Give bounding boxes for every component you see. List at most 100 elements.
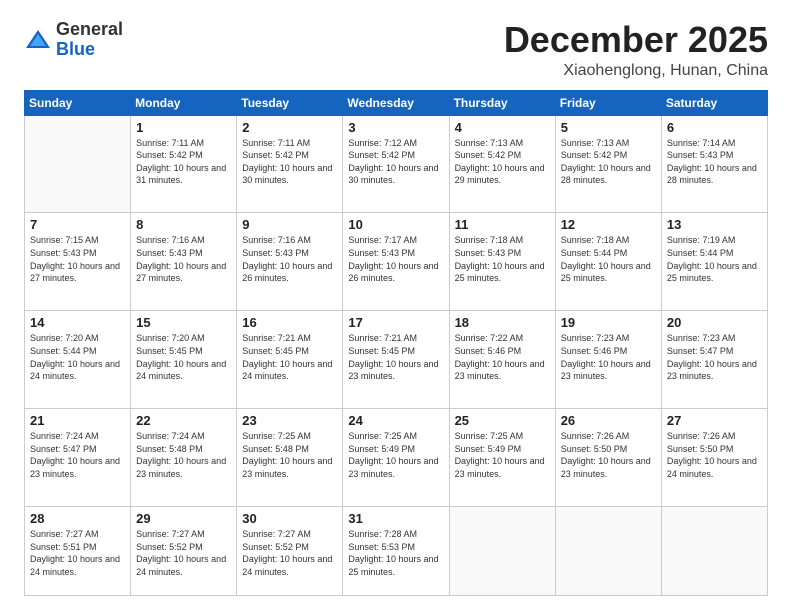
- month-title: December 2025: [504, 20, 768, 60]
- calendar-cell: 12 Sunrise: 7:18 AM Sunset: 5:44 PM Dayli…: [555, 213, 661, 311]
- day-number: 10: [348, 217, 443, 232]
- calendar-cell: 7 Sunrise: 7:15 AM Sunset: 5:43 PM Daylig…: [25, 213, 131, 311]
- day-number: 27: [667, 413, 762, 428]
- day-info: Sunrise: 7:15 AM Sunset: 5:43 PM Dayligh…: [30, 234, 125, 284]
- calendar-cell: 20Sunrise: 7:23 AM Sunset: 5:47 PM Dayli…: [661, 311, 767, 409]
- day-info: Sunrise: 7:13 AM Sunset: 5:42 PM Dayligh…: [455, 137, 550, 187]
- day-number: 1: [136, 120, 231, 135]
- day-number: 17: [348, 315, 443, 330]
- day-info: Sunrise: 7:26 AM Sunset: 5:50 PM Dayligh…: [667, 430, 762, 480]
- logo-icon: [24, 26, 52, 54]
- calendar-cell: 6 Sunrise: 7:14 AM Sunset: 5:43 PM Daylig…: [661, 115, 767, 213]
- calendar-cell: 28 Sunrise: 7:27 AM Sunset: 5:51 PM Dayli…: [25, 507, 131, 596]
- day-info: Sunrise: 7:19 AM Sunset: 5:44 PM Dayligh…: [667, 234, 762, 284]
- day-number: 6: [667, 120, 762, 135]
- calendar-cell: 19 Sunrise: 7:23 AM Sunset: 5:46 PM Dayli…: [555, 311, 661, 409]
- weekday-header: Saturday: [661, 90, 767, 115]
- calendar-cell: 26 Sunrise: 7:26 AM Sunset: 5:50 PM Dayli…: [555, 409, 661, 507]
- day-number: 16: [242, 315, 337, 330]
- calendar-cell: 11Sunrise: 7:18 AM Sunset: 5:43 PM Dayli…: [449, 213, 555, 311]
- day-info: Sunrise: 7:25 AM Sunset: 5:48 PM Dayligh…: [242, 430, 337, 480]
- day-number: 24: [348, 413, 443, 428]
- day-info: Sunrise: 7:14 AM Sunset: 5:43 PM Dayligh…: [667, 137, 762, 187]
- calendar-cell: 1 Sunrise: 7:11 AM Sunset: 5:42 PM Daylig…: [131, 115, 237, 213]
- day-number: 26: [561, 413, 656, 428]
- day-info: Sunrise: 7:17 AM Sunset: 5:43 PM Dayligh…: [348, 234, 443, 284]
- week-row: 7 Sunrise: 7:15 AM Sunset: 5:43 PM Daylig…: [25, 213, 768, 311]
- day-number: 30: [242, 511, 337, 526]
- weekday-header: Tuesday: [237, 90, 343, 115]
- day-number: 7: [30, 217, 125, 232]
- day-number: 19: [561, 315, 656, 330]
- calendar-cell: 2 Sunrise: 7:11 AM Sunset: 5:42 PM Daylig…: [237, 115, 343, 213]
- logo-general: General: [56, 19, 123, 39]
- title-block: December 2025 Xiaohenglong, Hunan, China: [504, 20, 768, 80]
- calendar-cell: 25 Sunrise: 7:25 AM Sunset: 5:49 PM Dayli…: [449, 409, 555, 507]
- day-info: Sunrise: 7:24 AM Sunset: 5:47 PM Dayligh…: [30, 430, 125, 480]
- day-number: 25: [455, 413, 550, 428]
- calendar-cell: 16Sunrise: 7:21 AM Sunset: 5:45 PM Dayli…: [237, 311, 343, 409]
- day-info: Sunrise: 7:13 AM Sunset: 5:42 PM Dayligh…: [561, 137, 656, 187]
- day-number: 18: [455, 315, 550, 330]
- day-number: 12: [561, 217, 656, 232]
- day-number: 21: [30, 413, 125, 428]
- day-info: Sunrise: 7:12 AM Sunset: 5:42 PM Dayligh…: [348, 137, 443, 187]
- day-info: Sunrise: 7:23 AM Sunset: 5:46 PM Dayligh…: [561, 332, 656, 382]
- day-info: Sunrise: 7:20 AM Sunset: 5:45 PM Dayligh…: [136, 332, 231, 382]
- day-info: Sunrise: 7:25 AM Sunset: 5:49 PM Dayligh…: [455, 430, 550, 480]
- weekday-header: Sunday: [25, 90, 131, 115]
- day-number: 3: [348, 120, 443, 135]
- calendar-cell: 18 Sunrise: 7:22 AM Sunset: 5:46 PM Dayli…: [449, 311, 555, 409]
- calendar-cell: 30 Sunrise: 7:27 AM Sunset: 5:52 PM Dayli…: [237, 507, 343, 596]
- day-info: Sunrise: 7:27 AM Sunset: 5:51 PM Dayligh…: [30, 528, 125, 578]
- calendar-cell: [555, 507, 661, 596]
- day-info: Sunrise: 7:26 AM Sunset: 5:50 PM Dayligh…: [561, 430, 656, 480]
- day-number: 20: [667, 315, 762, 330]
- day-info: Sunrise: 7:27 AM Sunset: 5:52 PM Dayligh…: [242, 528, 337, 578]
- day-info: Sunrise: 7:28 AM Sunset: 5:53 PM Dayligh…: [348, 528, 443, 578]
- calendar-cell: 8Sunrise: 7:16 AM Sunset: 5:43 PM Daylig…: [131, 213, 237, 311]
- day-number: 2: [242, 120, 337, 135]
- day-info: Sunrise: 7:16 AM Sunset: 5:43 PM Dayligh…: [136, 234, 231, 284]
- page: General Blue December 2025 Xiaohenglong,…: [0, 0, 792, 612]
- day-info: Sunrise: 7:18 AM Sunset: 5:44 PM Dayligh…: [561, 234, 656, 284]
- week-row: 28 Sunrise: 7:27 AM Sunset: 5:51 PM Dayli…: [25, 507, 768, 596]
- day-number: 31: [348, 511, 443, 526]
- header: General Blue December 2025 Xiaohenglong,…: [24, 20, 768, 80]
- logo: General Blue: [24, 20, 123, 60]
- weekday-header: Wednesday: [343, 90, 449, 115]
- day-info: Sunrise: 7:16 AM Sunset: 5:43 PM Dayligh…: [242, 234, 337, 284]
- calendar-cell: 10 Sunrise: 7:17 AM Sunset: 5:43 PM Dayli…: [343, 213, 449, 311]
- calendar-cell: [661, 507, 767, 596]
- day-number: 22: [136, 413, 231, 428]
- logo-blue: Blue: [56, 39, 95, 59]
- day-info: Sunrise: 7:25 AM Sunset: 5:49 PM Dayligh…: [348, 430, 443, 480]
- day-info: Sunrise: 7:27 AM Sunset: 5:52 PM Dayligh…: [136, 528, 231, 578]
- day-info: Sunrise: 7:11 AM Sunset: 5:42 PM Dayligh…: [242, 137, 337, 187]
- weekday-header: Thursday: [449, 90, 555, 115]
- week-row: 21 Sunrise: 7:24 AM Sunset: 5:47 PM Dayli…: [25, 409, 768, 507]
- calendar-cell: 13Sunrise: 7:19 AM Sunset: 5:44 PM Dayli…: [661, 213, 767, 311]
- calendar-cell: 3 Sunrise: 7:12 AM Sunset: 5:42 PM Daylig…: [343, 115, 449, 213]
- day-number: 28: [30, 511, 125, 526]
- day-info: Sunrise: 7:20 AM Sunset: 5:44 PM Dayligh…: [30, 332, 125, 382]
- day-number: 15: [136, 315, 231, 330]
- calendar-cell: 15 Sunrise: 7:20 AM Sunset: 5:45 PM Dayli…: [131, 311, 237, 409]
- day-number: 4: [455, 120, 550, 135]
- calendar-cell: 14Sunrise: 7:20 AM Sunset: 5:44 PM Dayli…: [25, 311, 131, 409]
- calendar-cell: 17Sunrise: 7:21 AM Sunset: 5:45 PM Dayli…: [343, 311, 449, 409]
- day-info: Sunrise: 7:18 AM Sunset: 5:43 PM Dayligh…: [455, 234, 550, 284]
- day-info: Sunrise: 7:24 AM Sunset: 5:48 PM Dayligh…: [136, 430, 231, 480]
- week-row: 14Sunrise: 7:20 AM Sunset: 5:44 PM Dayli…: [25, 311, 768, 409]
- day-number: 9: [242, 217, 337, 232]
- week-row: 1 Sunrise: 7:11 AM Sunset: 5:42 PM Daylig…: [25, 115, 768, 213]
- day-number: 23: [242, 413, 337, 428]
- calendar-cell: 29Sunrise: 7:27 AM Sunset: 5:52 PM Dayli…: [131, 507, 237, 596]
- day-info: Sunrise: 7:11 AM Sunset: 5:42 PM Dayligh…: [136, 137, 231, 187]
- logo-text: General Blue: [56, 20, 123, 60]
- calendar-cell: 22 Sunrise: 7:24 AM Sunset: 5:48 PM Dayli…: [131, 409, 237, 507]
- calendar-table: SundayMondayTuesdayWednesdayThursdayFrid…: [24, 90, 768, 596]
- calendar-cell: 31 Sunrise: 7:28 AM Sunset: 5:53 PM Dayli…: [343, 507, 449, 596]
- day-info: Sunrise: 7:22 AM Sunset: 5:46 PM Dayligh…: [455, 332, 550, 382]
- day-number: 5: [561, 120, 656, 135]
